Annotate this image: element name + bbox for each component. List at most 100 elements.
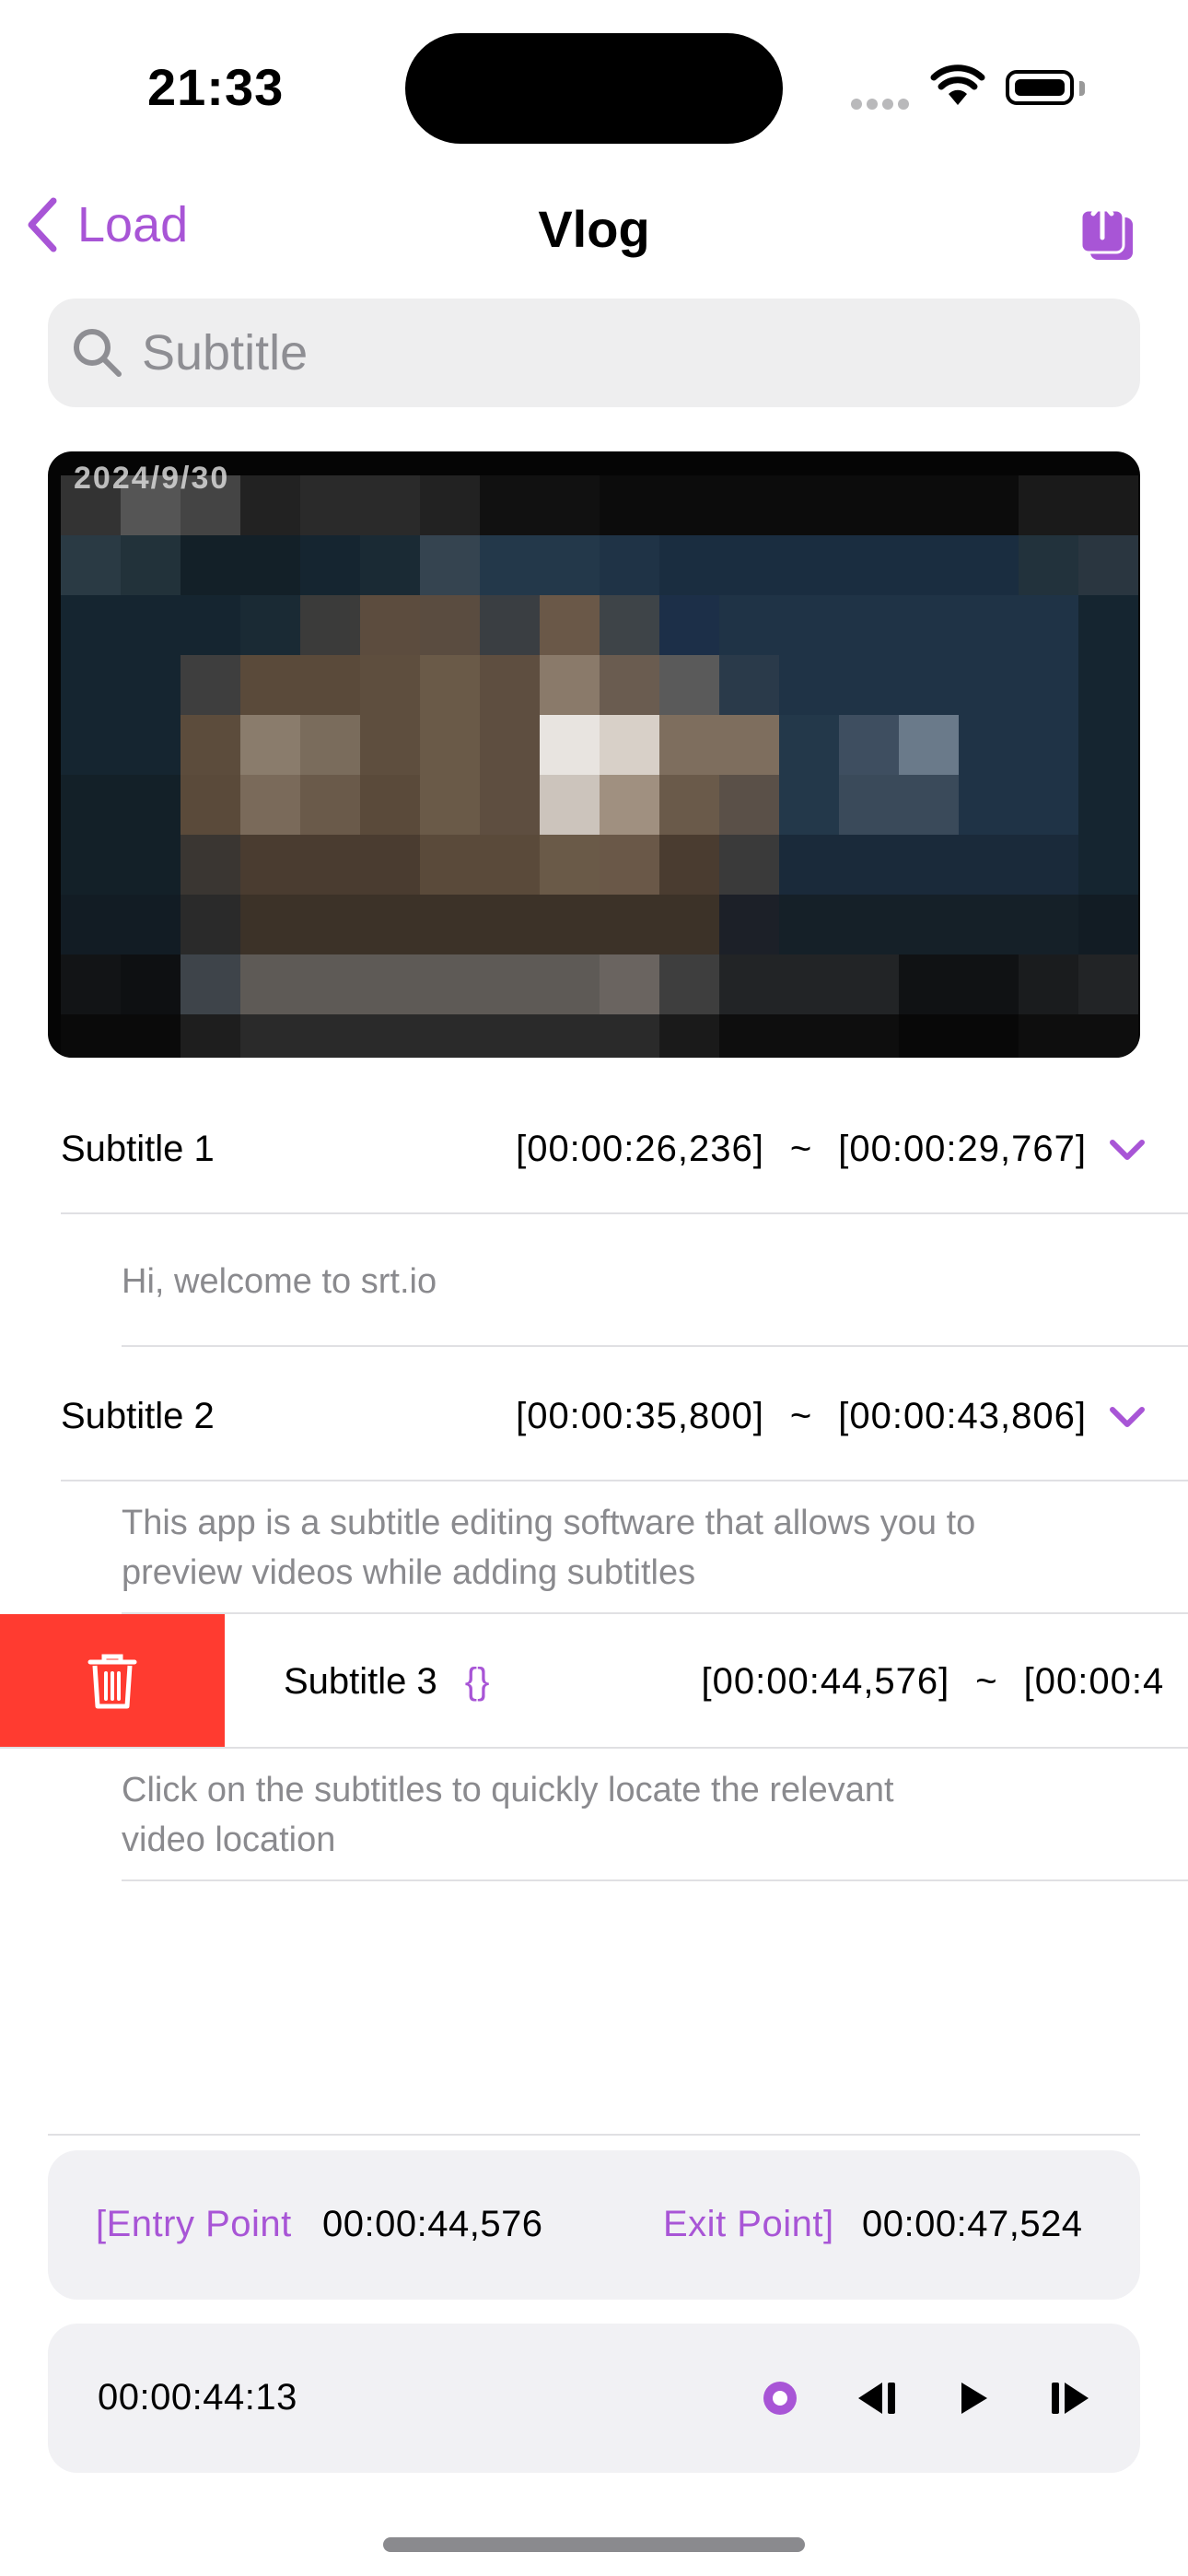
cellular-signal-icon: [851, 98, 914, 114]
video-pixel: [181, 595, 240, 655]
search-placeholder: Subtitle: [142, 325, 309, 381]
video-pixel: [959, 595, 1019, 655]
video-pixel: [600, 775, 659, 835]
delete-button[interactable]: [0, 1614, 225, 1749]
entry-exit-panel: [Entry Point 00:00:44,576 Exit Point] 00…: [48, 2150, 1140, 2300]
divider: [48, 2134, 1140, 2136]
subtitle-label: Subtitle 1: [61, 1128, 215, 1169]
video-pixel: [360, 775, 420, 835]
trash-icon: [87, 1654, 137, 1709]
video-pixel: [779, 595, 839, 655]
video-pixel: [659, 954, 719, 1014]
video-pixel: [61, 1014, 121, 1058]
video-pixel: [719, 835, 779, 895]
video-pixel: [540, 595, 600, 655]
video-pixel: [1078, 655, 1138, 715]
video-pixel: [659, 1014, 719, 1058]
step-back-icon[interactable]: [855, 2381, 899, 2416]
video-pixel: [300, 475, 360, 535]
video-pixel: [240, 655, 300, 715]
chevron-down-icon[interactable]: [1107, 1135, 1147, 1163]
player-controls: 00:00:44:13: [48, 2324, 1140, 2473]
video-pixel: [61, 535, 121, 595]
wifi-icon: [930, 64, 985, 111]
subtitle-text[interactable]: Click on the subtitles to quickly locate…: [122, 1765, 894, 1865]
video-pixel: [540, 835, 600, 895]
step-forward-icon[interactable]: [1048, 2381, 1092, 2416]
record-icon[interactable]: [761, 2379, 799, 2418]
subtitle-start: [00:00:35,800]: [516, 1395, 764, 1436]
video-pixel: [659, 835, 719, 895]
entry-point-button[interactable]: [Entry Point: [96, 2204, 292, 2245]
subtitle-text-line: Click on the subtitles to quickly locate…: [122, 1771, 894, 1809]
search-field[interactable]: Subtitle: [48, 299, 1140, 407]
subtitle-text[interactable]: This app is a subtitle editing software …: [122, 1498, 975, 1598]
video-overlay-text: 2024/9/30: [74, 461, 230, 496]
divider: [61, 1480, 1188, 1481]
video-pixel: [121, 595, 181, 655]
play-icon[interactable]: [958, 2381, 991, 2416]
subtitle-text[interactable]: Hi, welcome to srt.io: [122, 1257, 437, 1306]
video-pixel: [240, 954, 300, 1014]
video-pixel: [779, 715, 839, 775]
video-pixel: [659, 535, 719, 595]
battery-cap: [1079, 81, 1085, 96]
video-pixel: [659, 595, 719, 655]
subtitle-row-3[interactable]: Subtitle 3 {} [00:00:44,576] ~ [00:00:4: [284, 1649, 1188, 1714]
video-pixel: [420, 895, 480, 954]
subtitle-start: [00:00:26,236]: [516, 1128, 764, 1169]
video-pixel: [839, 954, 899, 1014]
video-pixel: [839, 475, 899, 535]
video-pixel: [121, 715, 181, 775]
chevron-down-icon[interactable]: [1107, 1402, 1147, 1430]
video-pixel: [839, 895, 899, 954]
video-pixel: [300, 954, 360, 1014]
video-pixel: [480, 1014, 540, 1058]
video-pixel: [540, 535, 600, 595]
video-pixel: [899, 835, 959, 895]
video-pixel: [300, 775, 360, 835]
video-pixel: [300, 1014, 360, 1058]
video-preview[interactable]: 2024/9/30: [48, 451, 1140, 1058]
video-pixel: [839, 715, 899, 775]
subtitle-separator: ~: [789, 1395, 813, 1436]
video-pixel: [839, 535, 899, 595]
video-pixel: [959, 954, 1019, 1014]
subtitle-separator: ~: [789, 1128, 813, 1169]
video-pixel: [300, 535, 360, 595]
share-button[interactable]: [1077, 197, 1135, 266]
exit-point-button[interactable]: Exit Point]: [663, 2204, 834, 2245]
subtitle-end: [00:00:4: [1023, 1660, 1165, 1702]
video-pixel: [719, 715, 779, 775]
video-pixel: [1019, 535, 1078, 595]
home-indicator: [383, 2537, 805, 2552]
video-pixel: [659, 715, 719, 775]
video-pixel: [719, 535, 779, 595]
video-pixel: [839, 775, 899, 835]
subtitle-text-line: video location: [122, 1821, 336, 1859]
video-pixel: [1078, 535, 1138, 595]
video-pixel: [959, 1014, 1019, 1058]
video-pixel: [600, 655, 659, 715]
video-pixel: [1078, 595, 1138, 655]
video-pixel: [1019, 655, 1078, 715]
video-pixel: [1019, 1014, 1078, 1058]
video-pixel: [61, 954, 121, 1014]
video-pixel: [839, 835, 899, 895]
video-pixel: [360, 535, 420, 595]
video-pixel: [1078, 954, 1138, 1014]
video-pixel: [839, 1014, 899, 1058]
video-pixel: [360, 595, 420, 655]
video-pixel: [420, 475, 480, 535]
subtitle-row-2[interactable]: Subtitle 2 [00:00:35,800] ~ [00:00:43,80…: [61, 1384, 1147, 1448]
video-pixel: [540, 895, 600, 954]
video-pixel: [360, 895, 420, 954]
subtitle-row-1[interactable]: Subtitle 1 [00:00:26,236] ~ [00:00:29,76…: [61, 1117, 1147, 1181]
video-pixel: [300, 895, 360, 954]
video-pixel: [300, 655, 360, 715]
video-pixel: [779, 1014, 839, 1058]
exit-point-value: 00:00:47,524: [862, 2204, 1083, 2244]
video-pixel: [360, 835, 420, 895]
video-pixel: [600, 595, 659, 655]
video-pixel: [899, 535, 959, 595]
